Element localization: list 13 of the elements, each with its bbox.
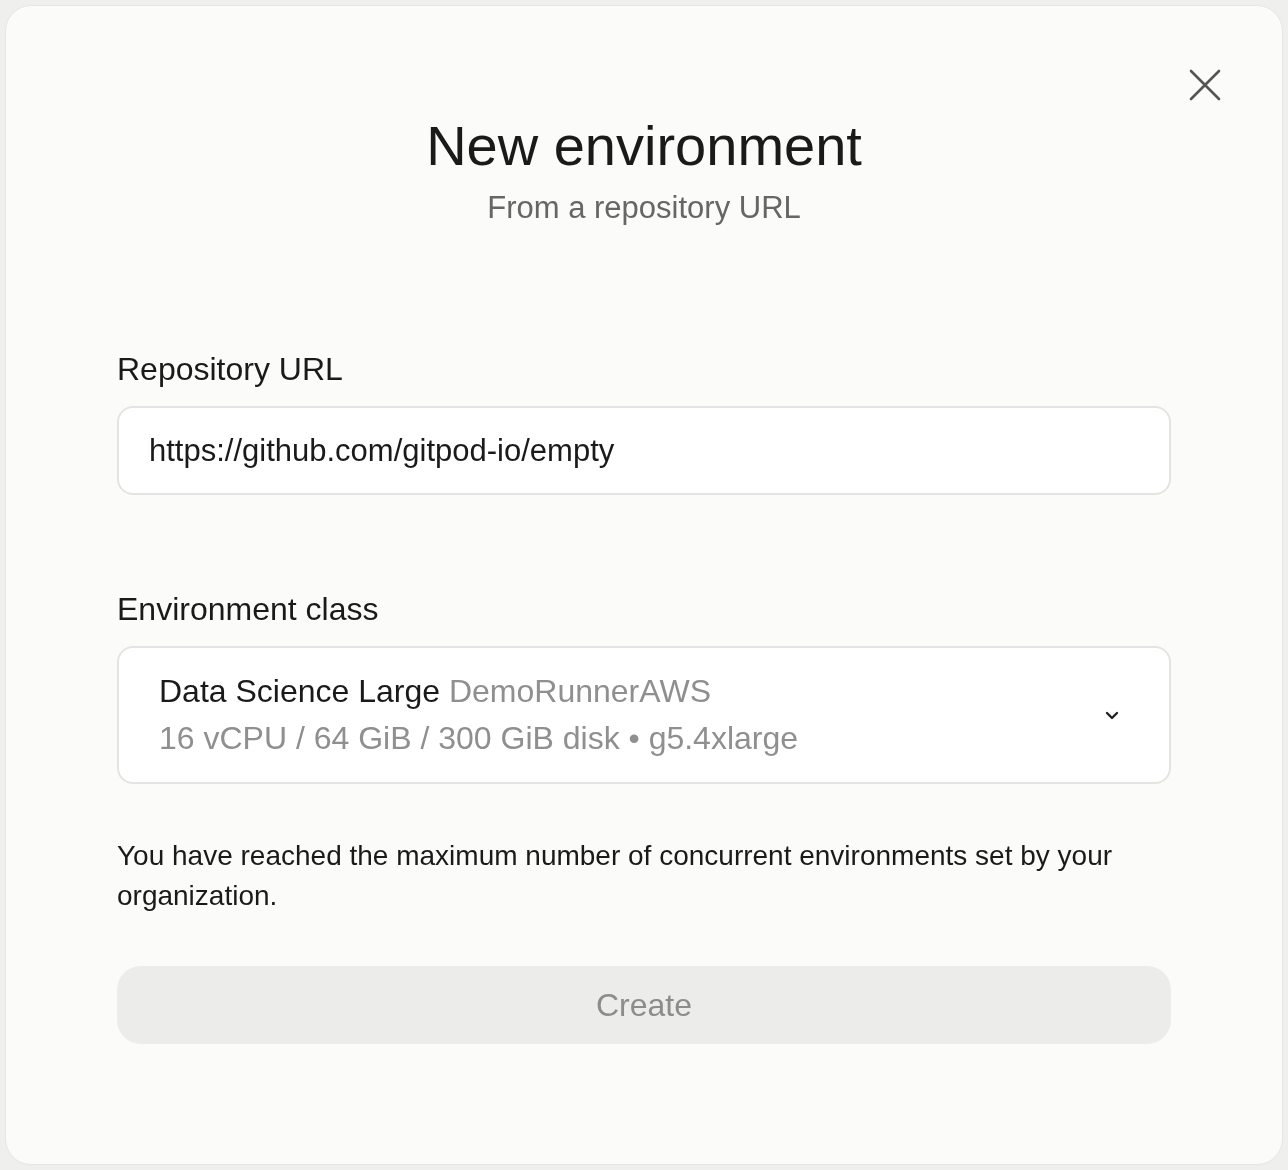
class-name: Data Science Large bbox=[159, 673, 441, 710]
close-button[interactable] bbox=[1188, 68, 1222, 102]
dialog-title: New environment bbox=[425, 114, 863, 179]
environment-class-select[interactable]: Data Science Large DemoRunnerAWS 16 vCPU / 64 GiB / 300 GiB disk • g5.4xlarge bbox=[117, 646, 1171, 785]
repository-url-field[interactable]: https://github.com/gitpod-io/empty bbox=[117, 406, 1171, 496]
runner-name: DemoRunnerAWS bbox=[448, 673, 711, 710]
class-specs: 16 vCPU / 64 GiB / 300 GiB disk • g5.4xlarge bbox=[159, 720, 799, 758]
chevron-icon bbox=[1105, 710, 1119, 720]
close-icon bbox=[1188, 68, 1222, 102]
field-label: Environment class bbox=[117, 591, 380, 629]
dialog-subtitle: From a repository URL bbox=[486, 190, 802, 227]
limit-notice: You have reached the maximum number of concurrent environments set by your organization. bbox=[117, 839, 1114, 914]
field-label: Repository URL bbox=[117, 351, 344, 389]
